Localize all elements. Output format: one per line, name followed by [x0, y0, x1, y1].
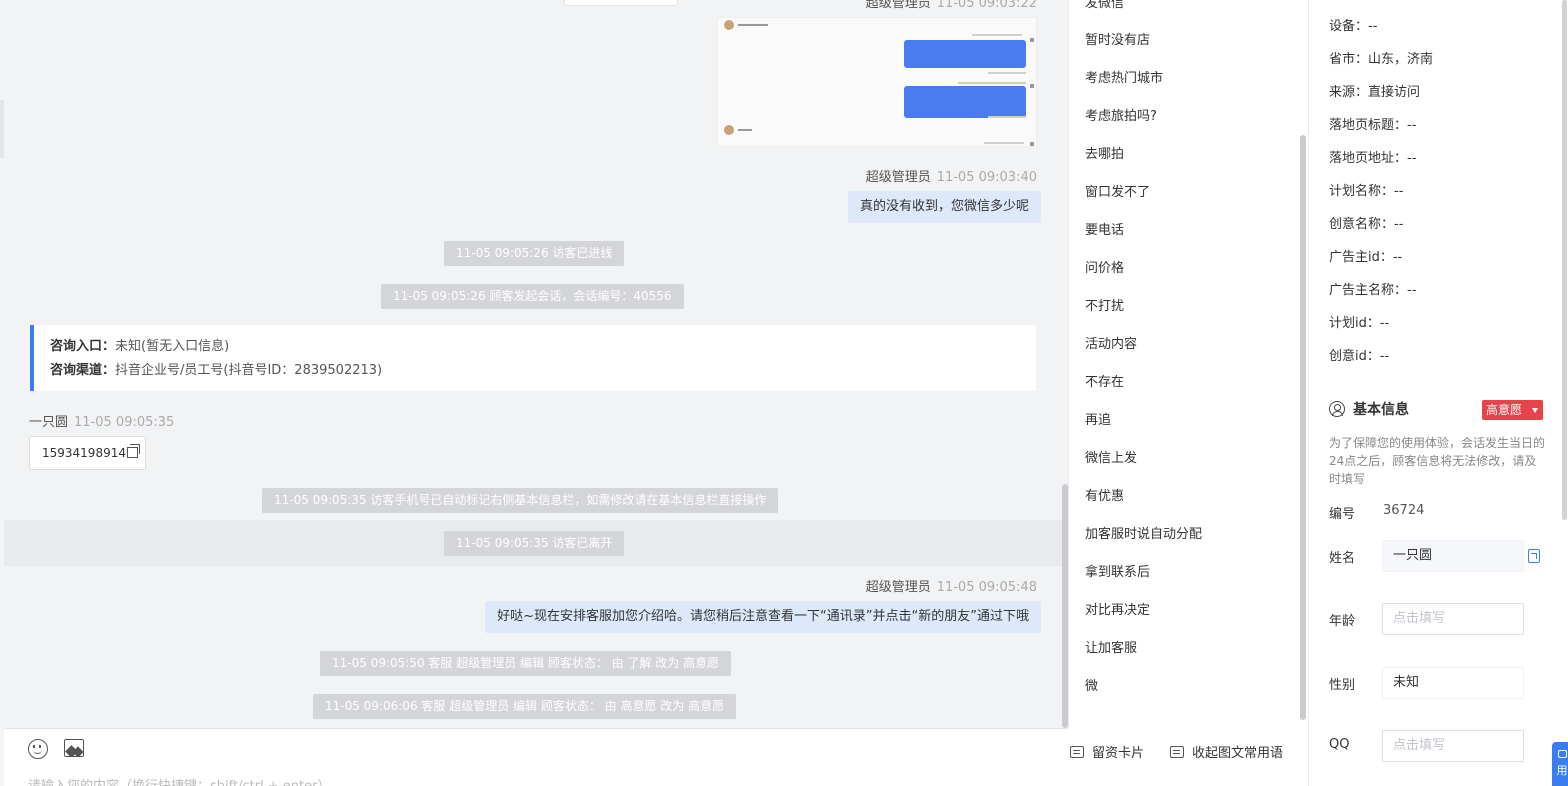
intent-status-dropdown[interactable]: 高意愿 — [1482, 400, 1543, 420]
phrase-item[interactable]: 有优惠 — [1085, 487, 1124, 507]
system-notice: 11-05 09:05:50 客服 超级管理员 编辑 顾客状态： 由 了解 改为… — [320, 651, 732, 676]
phrase-item[interactable]: 要电话 — [1085, 221, 1124, 241]
message-time: 11-05 09:05:35 — [74, 415, 175, 430]
collapse-phrases-button[interactable]: 收起图文常用语 — [1170, 742, 1283, 761]
phrase-item[interactable]: 考虑旅拍吗? — [1085, 107, 1157, 127]
info-region: 省市：山东，济南 — [1329, 52, 1434, 67]
copy-icon[interactable] — [126, 444, 140, 458]
info-advertiser-name: 广告主名称：-- — [1329, 283, 1417, 298]
info-landing-title: 落地页标题：-- — [1329, 118, 1417, 133]
visitor-phone-message[interactable]: 15934198914 — [29, 436, 146, 470]
card-icon — [1070, 746, 1084, 758]
info-device: 设备：-- — [1329, 19, 1378, 34]
id-label: 编号 — [1329, 507, 1356, 522]
user-icon — [1329, 401, 1345, 417]
system-notice: 11-05 09:06:06 客服 超级管理员 编辑 顾客状态： 由 高意愿 改… — [313, 694, 737, 719]
sender-name: 超级管理员 — [865, 0, 931, 11]
info-plan-id: 计划id：-- — [1329, 316, 1390, 331]
chat-icon — [1557, 750, 1567, 758]
phrase-item[interactable]: 考虑热门城市 — [1085, 69, 1163, 89]
gender-field[interactable]: 未知 — [1382, 667, 1524, 699]
message-time: 11-05 09:03:22 — [936, 0, 1037, 11]
message-header: 超级管理员 11-05 09:05:48 — [866, 576, 1037, 595]
info-advertiser-id: 广告主id：-- — [1329, 250, 1403, 265]
phrase-item[interactable]: 再追 — [1085, 411, 1111, 431]
info-creative-id: 创意id：-- — [1329, 349, 1390, 364]
floating-service-button[interactable]: 用 — [1552, 742, 1568, 786]
agent-message-bubble: 好哒~现在安排客服加您介绍哈。请您稍后注意查看一下“通讯录”并点击“新的朋友”通… — [485, 601, 1041, 633]
system-notice: 11-05 09:05:35 访客已离开 — [444, 531, 625, 556]
system-notice: 11-05 09:05:26 顾客发起会话，会话编号：40556 — [381, 284, 684, 309]
system-notice: 11-05 09:05:26 访客已进线 — [444, 241, 625, 266]
info-scrollbar[interactable] — [1562, 0, 1567, 520]
phrase-item[interactable]: 问价格 — [1085, 259, 1124, 279]
consult-info-card: 咨询入口：未知(暂无入口信息) 咨询渠道：抖音企业号/员工号(抖音号ID：283… — [30, 325, 1036, 391]
edit-notice: 为了保障您的使用体验，会话发生当日的24点之后，顾客信息将无法修改，请及时填写 — [1329, 436, 1546, 486]
phrase-item[interactable]: 微 — [1085, 677, 1098, 697]
message-input[interactable]: 请输入您的内容（换行快捷键：shift/ctrl + enter） — [28, 775, 331, 786]
qq-field[interactable]: 点击填写 — [1382, 730, 1524, 762]
message-time: 11-05 09:05:48 — [936, 580, 1037, 595]
phrase-item[interactable]: 去哪拍 — [1085, 145, 1124, 165]
visitor-name: 一只圆 — [29, 415, 69, 430]
message-time: 11-05 09:03:40 — [936, 170, 1037, 185]
message-header: 超级管理员 11-05 09:03:22 — [866, 0, 1037, 11]
phrase-footer: 留资卡片 收起图文常用语 — [1068, 728, 1308, 786]
consult-channel: 咨询渠道：抖音企业号/员工号(抖音号ID：2839502213) — [50, 363, 383, 378]
message-header: 一只圆 11-05 09:05:35 — [29, 411, 174, 430]
age-field[interactable]: 点击填写 — [1382, 603, 1524, 635]
emoji-icon[interactable] — [28, 739, 48, 759]
quick-phrase-list: 发微信 暂时没有店 考虑热门城市 考虑旅拍吗? 去哪拍 窗口发不了 要电话 问价… — [1068, 0, 1308, 728]
message-input-area: 请输入您的内容（换行快捷键：shift/ctrl + enter） — [4, 728, 1068, 786]
phrase-item[interactable]: 对比再决定 — [1085, 601, 1150, 621]
message-header: 超级管理员 11-05 09:03:40 — [866, 166, 1037, 185]
system-notice: 11-05 09:05:35 访客手机号已自动标记右侧基本信息栏，如需修改请在基… — [262, 488, 779, 513]
basic-info-header: 基本信息 — [1329, 399, 1409, 419]
phrase-item[interactable]: 不打扰 — [1085, 297, 1124, 317]
sender-name: 超级管理员 — [865, 580, 931, 595]
phrase-item[interactable]: 拿到联系后 — [1085, 563, 1150, 583]
screenshot-image[interactable] — [717, 17, 1037, 147]
lead-card-button[interactable]: 留资卡片 — [1070, 742, 1144, 761]
info-creative-name: 创意名称：-- — [1329, 217, 1404, 232]
copy-icon[interactable] — [1528, 549, 1540, 563]
phrase-item[interactable]: 发微信 — [1085, 0, 1124, 14]
phrase-item[interactable]: 暂时没有店 — [1085, 31, 1150, 51]
phrase-item[interactable]: 让加客服 — [1085, 639, 1137, 659]
phrase-item[interactable]: 活动内容 — [1085, 335, 1137, 355]
phrase-item[interactable]: 窗口发不了 — [1085, 183, 1150, 203]
name-label: 姓名 — [1329, 551, 1356, 566]
phrase-item[interactable]: 微信上发 — [1085, 449, 1137, 469]
popover-edge — [564, 0, 678, 6]
info-source: 来源：直接访问 — [1329, 85, 1421, 100]
name-field[interactable]: 一只圆 — [1382, 540, 1524, 572]
gender-label: 性别 — [1329, 678, 1356, 693]
caret-down-icon — [1532, 408, 1538, 413]
id-value: 36724 — [1383, 503, 1425, 518]
consult-entry: 咨询入口：未知(暂无入口信息) — [50, 339, 230, 354]
visitor-info-panel: 设备：-- 省市：山东，济南 来源：直接访问 落地页标题：-- 落地页地址：--… — [1308, 0, 1568, 786]
agent-message-bubble: 真的没有收到，您微信多少呢 — [847, 191, 1041, 223]
info-plan-name: 计划名称：-- — [1329, 184, 1404, 199]
phrase-item[interactable]: 加客服时说自动分配 — [1085, 525, 1202, 545]
phone-number: 15934198914 — [42, 446, 126, 460]
image-icon[interactable] — [64, 739, 84, 757]
age-label: 年龄 — [1329, 614, 1356, 629]
qq-label: QQ — [1329, 737, 1350, 752]
chat-panel: 超级管理员 11-05 09:03:22 超级管理员 11-05 09:03:40 … — [4, 0, 1068, 728]
sender-name: 超级管理员 — [865, 170, 931, 185]
phrase-scrollbar[interactable] — [1300, 135, 1306, 720]
info-landing-url: 落地页地址：-- — [1329, 151, 1417, 166]
phrase-item[interactable]: 不存在 — [1085, 373, 1124, 393]
message-icon — [1170, 746, 1184, 758]
